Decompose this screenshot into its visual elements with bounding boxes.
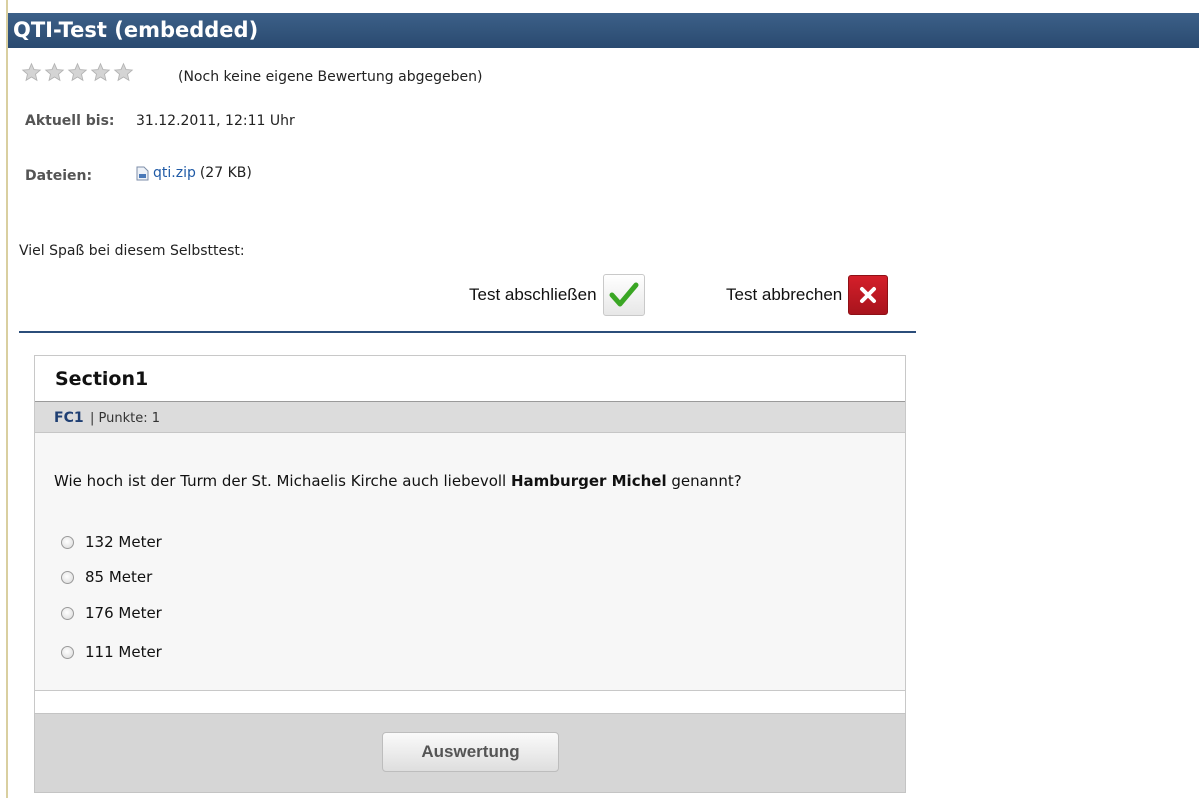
section-header: Section1 xyxy=(35,356,905,402)
answer-label: 111 Meter xyxy=(85,643,162,661)
intro-text: Viel Spaß bei diesem Selbsttest: xyxy=(19,243,245,259)
cancel-test-label: Test abbrechen xyxy=(726,285,843,304)
question-points: | Punkte: 1 xyxy=(90,411,161,426)
page-title: QTI-Test (embedded) xyxy=(13,18,259,42)
star-icon[interactable] xyxy=(21,62,42,83)
files-label: Dateien: xyxy=(25,168,93,184)
radio-button[interactable] xyxy=(61,535,74,549)
close-icon[interactable] xyxy=(848,275,889,315)
answer-label: 176 Meter xyxy=(85,604,162,622)
question-id: FC1 xyxy=(54,410,84,426)
top-strip xyxy=(8,0,1199,13)
file-size: (27 KB) xyxy=(199,165,252,181)
radio-button[interactable] xyxy=(61,570,74,584)
current-until-value: 31.12.2011, 12:11 Uhr xyxy=(136,113,295,129)
cancel-test-button[interactable]: Test abbrechen xyxy=(726,275,889,315)
star-icon[interactable] xyxy=(67,62,88,83)
radio-button[interactable] xyxy=(61,606,74,620)
answer-option[interactable]: 176 Meter xyxy=(61,604,162,622)
section-title: Section1 xyxy=(55,368,149,390)
file-link[interactable]: qti.zip xyxy=(153,165,196,181)
evaluate-button[interactable]: Auswertung xyxy=(382,732,559,772)
current-until-label: Aktuell bis: xyxy=(25,113,115,129)
answer-option[interactable]: 132 Meter xyxy=(61,533,162,551)
footer-bar: Auswertung xyxy=(34,713,906,793)
answer-option[interactable]: 111 Meter xyxy=(61,643,162,661)
radio-button[interactable] xyxy=(61,645,74,659)
answer-label: 85 Meter xyxy=(85,568,153,586)
question-text-bold: Hamburger Michel xyxy=(510,472,667,490)
finish-test-button[interactable]: Test abschließen xyxy=(469,274,645,316)
answer-label: 132 Meter xyxy=(85,533,162,551)
rating-stars[interactable] xyxy=(21,61,136,83)
star-icon[interactable] xyxy=(113,62,134,83)
page-title-bar: QTI-Test (embedded) xyxy=(8,13,1199,48)
question-text-suffix: genannt? xyxy=(666,472,742,490)
finish-test-label: Test abschließen xyxy=(469,285,597,304)
file-icon xyxy=(136,166,149,180)
star-icon[interactable] xyxy=(44,62,65,83)
footer-spacer xyxy=(34,691,906,713)
answer-option[interactable]: 85 Meter xyxy=(61,568,152,586)
divider xyxy=(19,331,916,333)
file-entry: qti.zip (27 KB) xyxy=(136,165,252,181)
question-text-prefix: Wie hoch ist der Turm der St. Michaelis … xyxy=(54,472,511,490)
checkmark-icon[interactable] xyxy=(602,274,645,316)
question-text: Wie hoch ist der Turm der St. Michaelis … xyxy=(54,472,742,490)
star-icon[interactable] xyxy=(90,62,111,83)
question-header: FC1 | Punkte: 1 xyxy=(35,402,905,433)
section-panel: Section1 FC1 | Punkte: 1 Wie hoch ist de… xyxy=(34,355,906,691)
rating-status-text: (Noch keine eigene Bewertung abgegeben) xyxy=(178,69,483,85)
